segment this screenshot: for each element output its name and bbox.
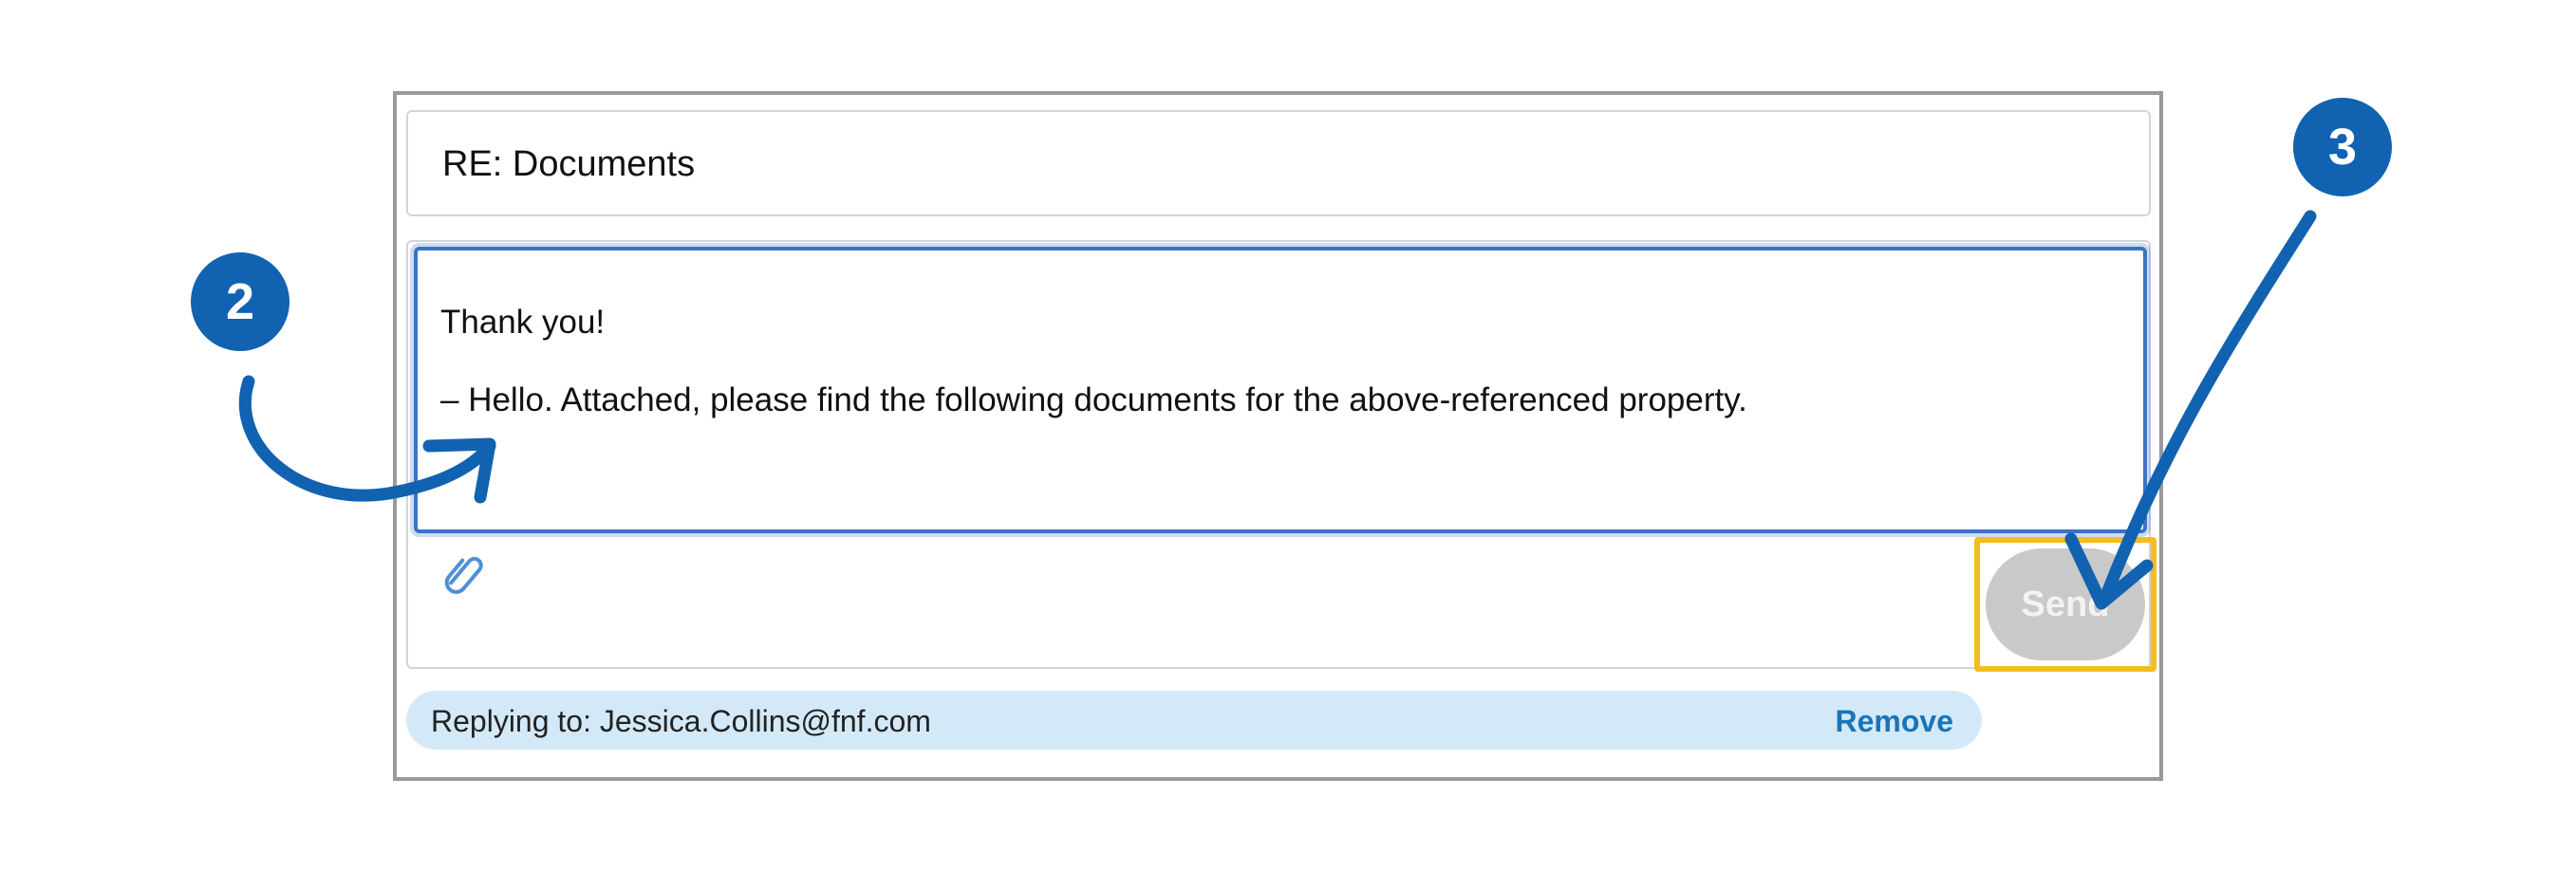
replying-to-text: Replying to: Jessica.Collins@fnf.com: [431, 704, 931, 738]
replying-to-bar: Replying to: Jessica.Collins@fnf.com Rem…: [406, 691, 1982, 750]
paperclip-icon[interactable]: [439, 548, 492, 602]
step-2-badge: 2: [191, 252, 289, 351]
send-button[interactable]: Send: [1986, 548, 2145, 660]
message-line-1: Thank you!: [440, 304, 606, 341]
subject-field[interactable]: RE: Documents: [406, 110, 2151, 216]
subject-value: RE: Documents: [442, 144, 696, 184]
message-line-2: – Hello. Attached, please find the follo…: [440, 381, 1747, 418]
message-body-input[interactable]: Thank you! – Hello. Attached, please fin…: [414, 247, 2147, 533]
step-3-badge: 3: [2293, 98, 2392, 196]
remove-link[interactable]: Remove: [1836, 704, 1954, 739]
stage: RE: Documents Thank you! – Hello. Attach…: [0, 0, 2576, 872]
